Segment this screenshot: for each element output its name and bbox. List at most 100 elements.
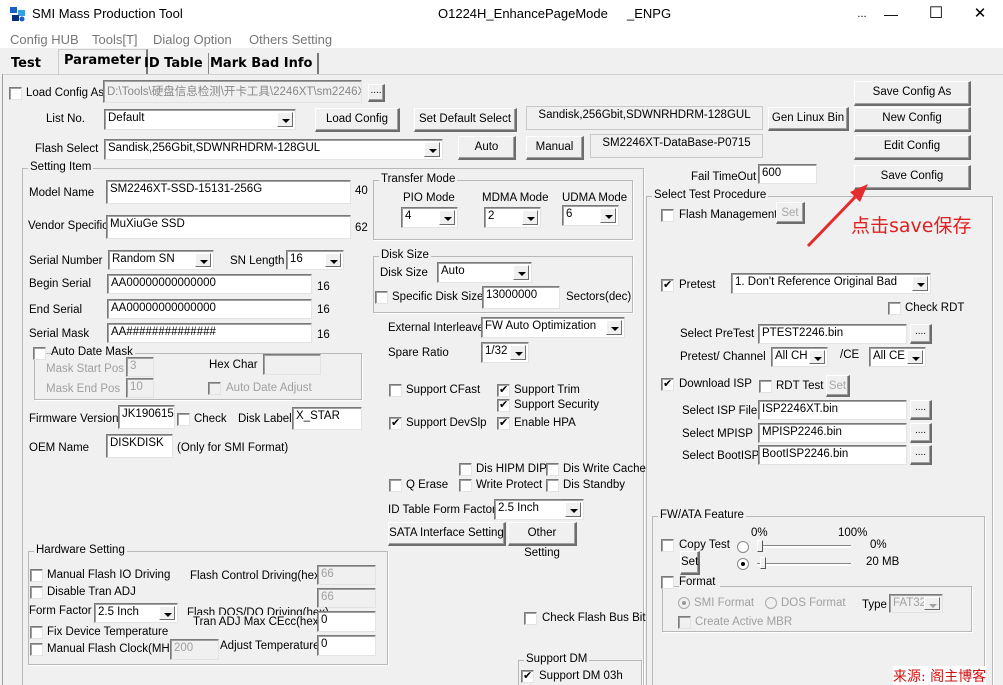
copy-test-checkbox[interactable] [661,539,674,552]
pretest-channel-select[interactable]: All CH [771,347,828,367]
select-isp-browse-button[interactable]: .... [910,400,932,420]
dos-format-radio[interactable] [765,597,777,609]
menu-others-setting[interactable]: Others Setting [249,32,332,47]
select-mpisp-browse-button[interactable]: .... [910,423,932,443]
copy-percent-slider-track[interactable] [757,545,851,548]
spare-ratio-select[interactable]: 1/32 [481,342,529,363]
load-config-browse-button[interactable]: .... [368,84,385,102]
download-isp-checkbox[interactable] [661,377,674,391]
form-factor-select[interactable]: 2.5 Inch [94,603,178,623]
support-security-checkbox[interactable] [497,398,510,412]
set-default-select-button[interactable]: Set Default Select [414,108,517,132]
fix-device-temp-checkbox[interactable] [30,626,43,639]
save-config-as-button[interactable]: Save Config As [854,81,971,106]
flash-select-select[interactable]: Sandisk,256Gbit,SDWNRHDRM-128GUL [104,139,443,160]
mdma-mode-select[interactable]: 2 [484,207,541,228]
disk-label-field[interactable]: X_STAR [292,407,362,430]
copy-percent-radio[interactable] [737,541,749,553]
copy-test-set-button[interactable]: Set [680,551,700,575]
q-erase-checkbox[interactable] [389,479,402,492]
flash-control-driving-field[interactable]: 66 [317,565,376,585]
write-protect-checkbox[interactable] [459,479,472,492]
sata-interface-setting-button[interactable]: SATA Interface Setting [388,522,506,546]
copy-percent-slider-thumb[interactable] [757,540,763,552]
tran-adj-max-field[interactable]: 0 [317,611,376,632]
mask-end-pos-field[interactable]: 10 [126,378,154,398]
auto-button[interactable]: Auto [458,136,516,160]
support-trim-checkbox[interactable] [497,383,510,397]
create-active-mbr-checkbox[interactable] [678,616,691,629]
format-checkbox[interactable] [661,576,674,589]
edit-config-button[interactable]: Edit Config [854,135,971,160]
manual-flash-io-checkbox[interactable] [30,569,43,582]
hex-char-field[interactable] [263,354,321,375]
minimize-button[interactable]: — [868,0,914,30]
menu-tools[interactable]: Tools[T] [92,32,138,47]
auto-date-adjust-checkbox[interactable] [208,382,221,395]
flash-management-checkbox[interactable] [661,209,674,222]
adjust-temp-field[interactable]: 0 [317,635,376,656]
format-type-select[interactable]: FAT32 [889,594,943,613]
firmware-version-field[interactable]: JK190615 [118,405,175,429]
tab-test[interactable]: Test [6,53,46,75]
copy-size-slider-track[interactable] [757,563,851,566]
gen-linux-bin-button[interactable]: Gen Linux Bin [768,107,849,131]
auto-date-mask-checkbox[interactable] [33,347,46,360]
close-button[interactable]: ✕ [957,0,1003,30]
enable-hpa-checkbox[interactable] [497,416,510,430]
pio-mode-select[interactable]: 4 [401,207,458,228]
dis-standby-checkbox[interactable] [546,479,559,492]
copy-size-slider-thumb[interactable] [759,557,766,569]
dis-write-cache-checkbox[interactable] [546,463,559,476]
rdt-test-checkbox[interactable] [759,380,772,393]
load-config-path-field[interactable]: D:\Tools\硬盘信息检测\开卡工具\2246XT\sm2246X [103,80,362,103]
disable-tran-adj-checkbox[interactable] [30,586,43,599]
select-bootisp-browse-button[interactable]: .... [910,445,932,465]
dis-hipm-dipm-checkbox[interactable] [459,463,472,476]
rdt-test-set-button[interactable]: Set [826,375,850,397]
tab-id-table[interactable]: ID Table [139,53,209,75]
support-devslp-checkbox[interactable] [389,416,402,430]
check-flash-bus-bit-checkbox[interactable] [524,612,537,625]
select-isp-file-field[interactable]: ISP2246XT.bin [758,400,907,420]
load-config-as-checkbox[interactable] [9,87,22,100]
maximize-button[interactable]: ☐ [913,0,959,30]
specific-disk-size-field[interactable]: 13000000 [482,286,560,309]
pretest-select[interactable]: 1. Don't Reference Original Bad [731,273,931,294]
flash-dqs-driving-field[interactable]: 66 [317,588,376,608]
smi-format-radio[interactable] [678,597,690,609]
disk-size-select[interactable]: Auto [437,262,532,283]
tab-mark-bad-info[interactable]: Mark Bad Info [205,53,320,75]
new-config-button[interactable]: New Config [854,107,971,132]
mask-start-pos-field[interactable]: 3 [126,357,154,377]
support-dm-03h-checkbox[interactable] [521,669,534,683]
vendor-specific-field[interactable]: MuXiuGe SSD [106,215,351,239]
select-mpisp-field[interactable]: MPISP2246.bin [758,423,907,443]
udma-mode-select[interactable]: 6 [562,205,619,226]
serial-number-select[interactable]: Random SN [108,250,214,270]
serial-mask-field[interactable]: AA############## [107,323,312,343]
manual-button[interactable]: Manual [526,136,584,160]
begin-serial-field[interactable]: AA00000000000000 [107,274,312,294]
pretest-checkbox[interactable] [661,278,674,292]
manual-flash-clock-field[interactable]: 200 [170,639,219,660]
menu-config-hub[interactable]: Config HUB [10,32,79,47]
list-no-select[interactable]: Default [104,109,296,130]
load-config-button[interactable]: Load Config [315,108,400,132]
ce-select[interactable]: All CE [869,347,926,367]
model-name-field[interactable]: SM2246XT-SSD-15131-256G [106,180,351,204]
manual-flash-clock-checkbox[interactable] [30,643,43,656]
id-table-form-factor-select[interactable]: 2.5 Inch [494,499,584,520]
specific-disk-size-checkbox[interactable] [375,291,388,304]
firmware-check-checkbox[interactable] [177,413,190,426]
support-cfast-checkbox[interactable] [389,384,402,397]
menu-dialog-option[interactable]: Dialog Option [153,32,232,47]
other-setting-button[interactable]: Other Setting [508,522,577,559]
select-pretest-browse-button[interactable]: .... [910,324,932,344]
fail-timeout-field[interactable]: 600 [758,164,817,184]
check-rdt-checkbox[interactable] [888,302,901,315]
external-interleave-select[interactable]: FW Auto Optimization [481,317,625,338]
sn-length-select[interactable]: 16 [286,250,344,270]
copy-size-radio[interactable] [737,558,749,570]
save-config-button[interactable]: Save Config [854,165,971,190]
